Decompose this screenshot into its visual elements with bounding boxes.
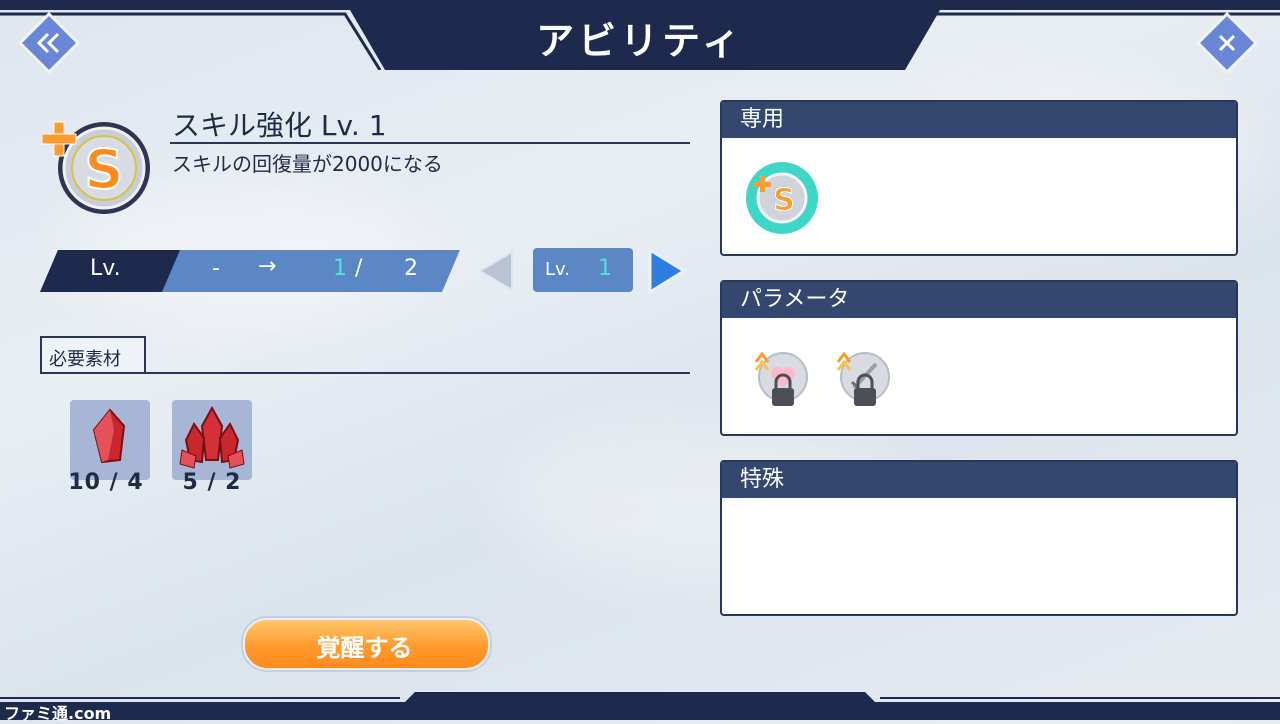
level-arrow: → xyxy=(258,254,277,279)
level-selector-label: Lv. xyxy=(545,259,571,280)
skill-description: スキルの回復量が2000になる xyxy=(172,152,443,176)
exclusive-skill-icon[interactable]: S xyxy=(744,160,820,236)
next-level-button[interactable] xyxy=(646,248,686,294)
awaken-button-label: 覚醒する xyxy=(316,634,413,662)
material-count: 10 / 4 xyxy=(68,470,144,495)
exclusive-panel-title: 専用 xyxy=(722,102,1236,138)
parameter-panel: パラメータ xyxy=(720,280,1238,436)
prev-level-button[interactable] xyxy=(476,250,516,292)
watermark: ファミ通.com xyxy=(4,704,112,723)
svg-text:S: S xyxy=(85,138,124,201)
skill-plus-s-icon: S xyxy=(42,121,150,214)
level-label: Lv. xyxy=(90,256,121,281)
back-button[interactable] xyxy=(17,11,81,75)
close-button[interactable] xyxy=(1195,11,1259,75)
level-selector-value: 1 xyxy=(598,256,612,281)
locked-sword-param-icon[interactable] xyxy=(832,348,894,410)
skill-divider xyxy=(170,142,690,144)
bottom-bar xyxy=(0,692,1280,720)
materials-tab-label: 必要素材 xyxy=(49,349,121,370)
level-slash: / xyxy=(355,256,363,281)
parameter-panel-title: パラメータ xyxy=(722,282,1236,318)
exclusive-panel: 専用 S xyxy=(720,100,1238,256)
level-current: 1 xyxy=(333,256,347,281)
level-max: 2 xyxy=(404,256,418,281)
material-item[interactable] xyxy=(70,400,150,480)
svg-text:S: S xyxy=(773,183,795,218)
red-crystal-cluster-icon xyxy=(179,405,245,469)
level-from: - xyxy=(212,256,220,281)
special-panel-title: 特殊 xyxy=(722,462,1236,498)
page-title: アビリティ xyxy=(536,19,744,63)
material-item[interactable] xyxy=(172,400,252,480)
material-count: 5 / 2 xyxy=(182,470,242,495)
locked-heart-param-icon[interactable] xyxy=(750,348,812,410)
skill-name: スキル強化 Lv. 1 xyxy=(172,109,387,142)
special-panel: 特殊 xyxy=(720,460,1238,616)
materials-divider xyxy=(40,372,690,374)
double-chevron-left-icon xyxy=(17,11,81,75)
close-x-icon xyxy=(1195,11,1259,75)
red-crystal-icon xyxy=(92,408,126,464)
